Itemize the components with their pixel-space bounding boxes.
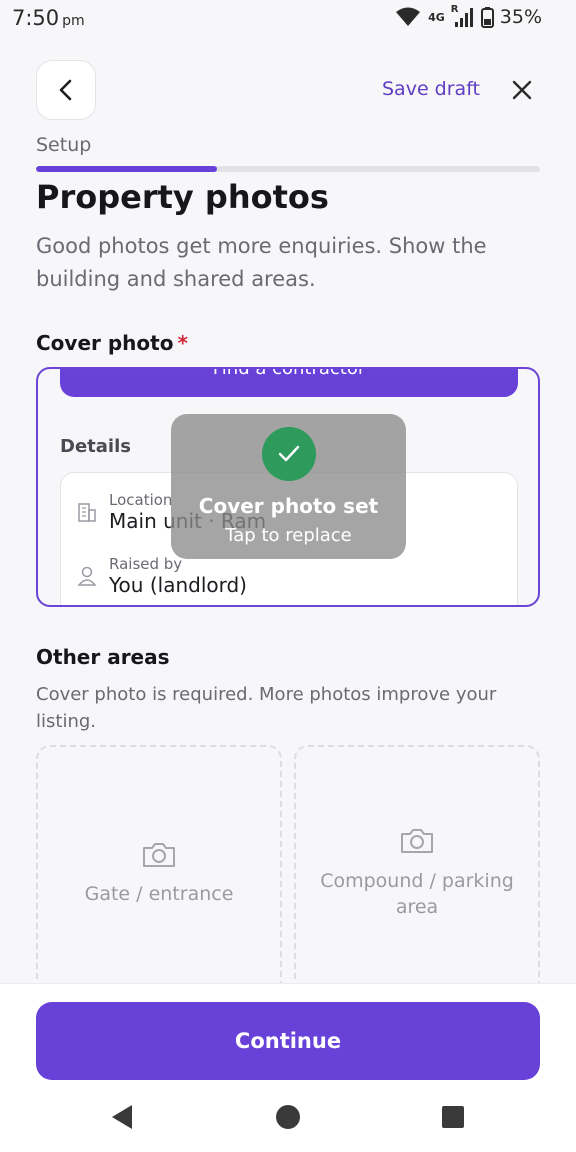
camera-icon — [38, 841, 280, 869]
status-bar: 7:50 pm 4G R 35% — [0, 0, 576, 36]
battery-level: 35% — [499, 6, 542, 28]
nav-back-button[interactable] — [102, 1097, 142, 1137]
photo-slot-compound[interactable]: Compound / parking area — [294, 745, 540, 1005]
photo-slot-label: Gate / entrance — [84, 883, 234, 905]
nav-recents-button[interactable] — [433, 1097, 473, 1137]
wifi-icon — [396, 7, 421, 26]
progress-fill — [36, 166, 218, 172]
preview-raised-by-row: Raised by You (landlord) — [75, 555, 247, 597]
building-icon — [75, 500, 99, 524]
continue-button[interactable]: Continue — [36, 1002, 540, 1080]
square-recents-icon — [442, 1106, 464, 1128]
close-icon — [512, 80, 532, 100]
save-draft-button[interactable]: Save draft — [382, 78, 480, 100]
page-subtitle: Good photos get more enquiries. Show the… — [36, 234, 487, 291]
step-label: Setup — [36, 134, 92, 156]
toast-subtitle: Tap to replace — [225, 525, 352, 546]
battery-icon — [480, 6, 494, 28]
status-time: 7:50 pm — [12, 6, 85, 30]
close-button[interactable] — [508, 76, 536, 104]
cover-set-toast[interactable]: Cover photo set Tap to replace — [171, 414, 406, 559]
page-title: Property photos — [36, 178, 329, 216]
required-mark: * — [177, 331, 188, 355]
network-type: 4G — [428, 10, 445, 24]
nav-home-button[interactable] — [268, 1097, 308, 1137]
chevron-left-icon — [59, 79, 72, 101]
photo-slot-label: Compound / parking area — [320, 870, 514, 918]
photo-slot-gate[interactable]: Gate / entrance — [36, 745, 282, 1005]
status-icons: 4G R 35% — [396, 4, 542, 28]
raised-by-value: You (landlord) — [109, 573, 247, 597]
other-areas-description: Cover photo is required. More photos imp… — [36, 684, 497, 732]
back-button[interactable] — [36, 60, 96, 120]
person-icon — [75, 564, 99, 588]
other-areas-title: Other areas — [36, 645, 170, 669]
preview-contractor-button: Find a contractor — [60, 369, 518, 397]
toast-title: Cover photo set — [198, 494, 379, 518]
triangle-back-icon — [112, 1105, 132, 1129]
signal-icon: R — [451, 4, 475, 28]
progress-bar — [36, 166, 540, 172]
check-icon — [262, 427, 316, 481]
preview-details-title: Details — [60, 436, 131, 457]
circle-home-icon — [276, 1105, 300, 1129]
camera-icon — [296, 827, 538, 855]
cover-photo-label: Cover photo * — [36, 331, 188, 355]
